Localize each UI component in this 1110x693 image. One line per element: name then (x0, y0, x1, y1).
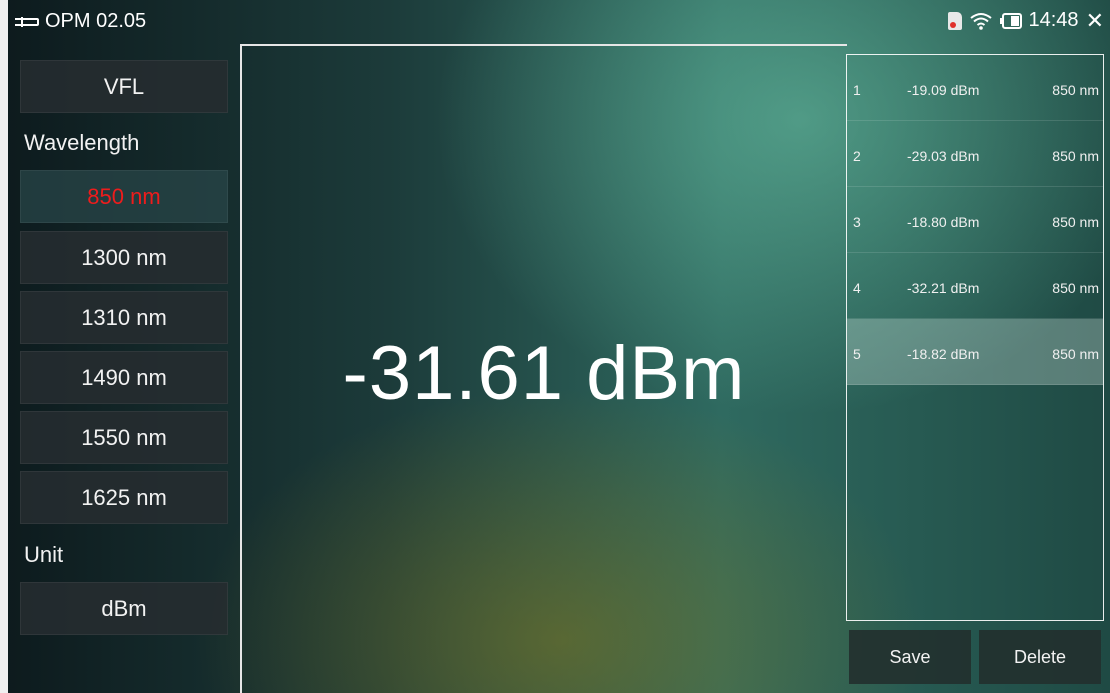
wavelength-1490-button[interactable]: 1490 nm (20, 351, 228, 404)
record-wavelength: 850 nm (1052, 280, 1099, 296)
app-title: OPM 02.05 (13, 10, 146, 33)
sidebar: VFL Wavelength 850 nm 1300 nm 1310 nm 14… (8, 44, 240, 693)
status-icons: 14:48 ✕ (947, 9, 1104, 32)
record-index: 2 (853, 148, 861, 164)
record-row[interactable]: 3 -18.80 dBm 850 nm (847, 187, 1103, 253)
clock: 14:48 (1028, 9, 1079, 31)
wavelength-1300-button[interactable]: 1300 nm (20, 231, 228, 284)
record-index: 3 (853, 214, 861, 230)
record-wavelength: 850 nm (1052, 148, 1099, 164)
wavelength-850-button[interactable]: 850 nm (20, 170, 228, 223)
record-value: -18.82 dBm (907, 346, 980, 362)
record-wavelength: 850 nm (1052, 214, 1099, 230)
record-value: -18.80 dBm (907, 214, 980, 230)
record-value: -32.21 dBm (907, 280, 980, 296)
record-row[interactable]: 1 -19.09 dBm 850 nm (847, 55, 1103, 121)
sd-card-icon (947, 11, 962, 30)
record-wavelength: 850 nm (1052, 346, 1099, 362)
wifi-icon (969, 12, 993, 30)
record-value: -19.09 dBm (907, 82, 980, 98)
frame-edge (0, 0, 8, 693)
wavelength-1550-button[interactable]: 1550 nm (20, 411, 228, 464)
unit-heading: Unit (24, 542, 64, 567)
battery-icon (999, 12, 1022, 29)
unit-button[interactable]: dBm (20, 582, 228, 635)
record-index: 4 (853, 280, 861, 296)
record-index: 5 (853, 346, 861, 362)
save-button[interactable]: Save (849, 630, 971, 684)
record-row-selected[interactable]: 5 -18.82 dBm 850 nm (847, 319, 1103, 385)
record-value: -29.03 dBm (907, 148, 980, 164)
vfl-button[interactable]: VFL (20, 60, 228, 113)
status-bar: OPM 02.05 14:48 ✕ (8, 0, 1110, 44)
record-index: 1 (853, 82, 861, 98)
power-reading: -31.61 dBm (342, 331, 746, 416)
delete-button[interactable]: Delete (979, 630, 1101, 684)
record-row[interactable]: 4 -32.21 dBm 850 nm (847, 253, 1103, 319)
wavelength-1625-button[interactable]: 1625 nm (20, 471, 228, 524)
divider-horizontal (240, 44, 847, 46)
fiber-connector-icon (13, 15, 39, 29)
close-icon[interactable]: ✕ (1086, 9, 1104, 32)
record-row[interactable]: 2 -29.03 dBm 850 nm (847, 121, 1103, 187)
records-list: 1 -19.09 dBm 850 nm 2 -29.03 dBm 850 nm … (846, 54, 1104, 621)
record-wavelength: 850 nm (1052, 82, 1099, 98)
app-title-text: OPM 02.05 (45, 10, 147, 32)
wavelength-1310-button[interactable]: 1310 nm (20, 291, 228, 344)
wavelength-heading: Wavelength (24, 130, 140, 155)
